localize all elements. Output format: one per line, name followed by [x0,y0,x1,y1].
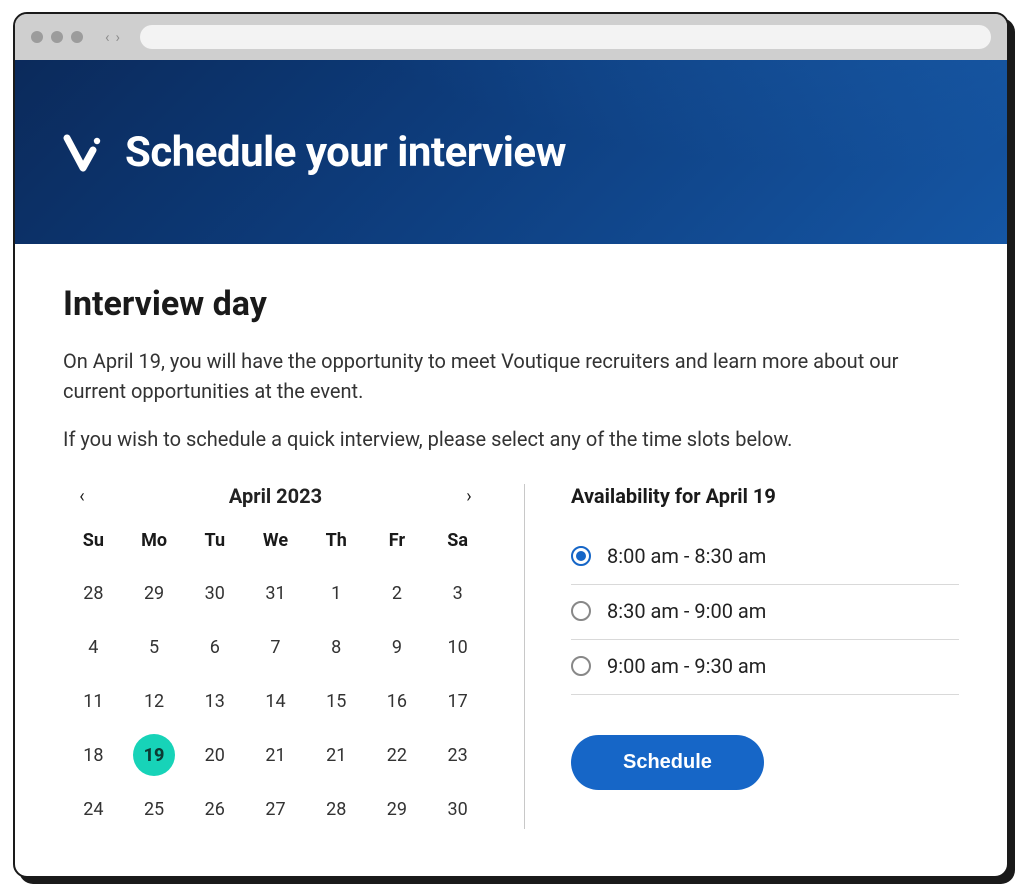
calendar-day[interactable]: 18 [63,735,124,775]
calendar-day[interactable]: 7 [245,627,306,667]
calendar-day[interactable]: 25 [124,789,185,829]
time-slot-option[interactable]: 8:30 am - 9:00 am [571,585,959,640]
window-dot-close[interactable] [31,31,43,43]
calendar-day[interactable]: 28 [63,573,124,613]
calendar-day[interactable]: 22 [367,735,428,775]
calendar-day[interactable]: 10 [427,627,488,667]
calendar-day[interactable]: 3 [427,573,488,613]
calendar-day[interactable]: 8 [306,627,367,667]
calendar-day[interactable]: 2 [367,573,428,613]
slots-list: 8:00 am - 8:30 am 8:30 am - 9:00 am 9:00 a… [571,530,959,695]
browser-chrome: ‹ › [15,14,1007,60]
v-logo-icon [63,132,103,172]
calendar-day[interactable]: 30 [427,789,488,829]
availability-title: Availability for April 19 [571,484,959,508]
scheduler-row: ‹ April 2023 › SuMoTuWeThFrSa28293031123… [63,484,959,829]
chevron-right-icon[interactable]: › [460,486,478,507]
calendar-day[interactable]: 24 [63,789,124,829]
time-slot-option[interactable]: 8:00 am - 8:30 am [571,530,959,585]
schedule-button[interactable]: Schedule [571,735,764,790]
calendar-day[interactable]: 12 [124,681,185,721]
chevron-left-icon[interactable]: ‹ [73,486,91,507]
calendar-day[interactable]: 1 [306,573,367,613]
calendar-day[interactable]: 28 [306,789,367,829]
calendar-day[interactable]: 26 [184,789,245,829]
calendar-day-header: We [245,530,306,559]
calendar-day-selected[interactable]: 19 [124,735,185,775]
nav-arrows: ‹ › [105,28,120,46]
url-bar[interactable] [140,25,991,49]
availability-panel: Availability for April 19 8:00 am - 8:30… [531,484,959,829]
calendar-day[interactable]: 15 [306,681,367,721]
intro-paragraph-2: If you wish to schedule a quick intervie… [63,424,943,454]
radio-unselected-icon[interactable] [571,601,591,621]
calendar-header: ‹ April 2023 › [63,484,488,508]
time-slot-label: 8:00 am - 8:30 am [607,544,766,568]
intro-paragraph-1: On April 19, you will have the opportuni… [63,346,943,406]
time-slot-option[interactable]: 9:00 am - 9:30 am [571,640,959,695]
forward-icon[interactable]: › [116,28,121,46]
calendar: ‹ April 2023 › SuMoTuWeThFrSa28293031123… [63,484,518,829]
calendar-day[interactable]: 23 [427,735,488,775]
calendar-day[interactable]: 13 [184,681,245,721]
calendar-month-label: April 2023 [229,484,322,508]
calendar-day[interactable]: 21 [306,735,367,775]
back-icon[interactable]: ‹ [105,28,110,46]
radio-selected-icon[interactable] [571,546,591,566]
calendar-day-header: Fr [367,530,428,559]
calendar-day[interactable]: 21 [245,735,306,775]
time-slot-label: 9:00 am - 9:30 am [607,654,766,678]
calendar-day[interactable]: 16 [367,681,428,721]
calendar-day[interactable]: 9 [367,627,428,667]
hero-title: Schedule your interview [125,128,566,177]
window-dot-maximize[interactable] [71,31,83,43]
section-heading: Interview day [63,284,959,324]
vertical-divider [524,484,525,829]
calendar-day[interactable]: 4 [63,627,124,667]
calendar-day[interactable]: 30 [184,573,245,613]
calendar-day-header: Mo [124,530,185,559]
main-content: Interview day On April 19, you will have… [15,244,1007,876]
time-slot-label: 8:30 am - 9:00 am [607,599,766,623]
radio-unselected-icon[interactable] [571,656,591,676]
calendar-day[interactable]: 11 [63,681,124,721]
calendar-grid: SuMoTuWeThFrSa28293031123456789101112131… [63,530,488,829]
hero-banner: Schedule your interview [15,60,1007,244]
browser-window: ‹ › Schedule your interview Interview da… [13,12,1009,878]
calendar-day[interactable]: 31 [245,573,306,613]
calendar-day-header: Su [63,530,124,559]
calendar-day[interactable]: 27 [245,789,306,829]
calendar-day-header: Th [306,530,367,559]
calendar-day[interactable]: 29 [367,789,428,829]
calendar-day-header: Tu [184,530,245,559]
window-dot-minimize[interactable] [51,31,63,43]
calendar-day[interactable]: 17 [427,681,488,721]
window-controls [31,31,83,43]
calendar-day[interactable]: 20 [184,735,245,775]
calendar-day-header: Sa [427,530,488,559]
calendar-day[interactable]: 6 [184,627,245,667]
calendar-day[interactable]: 14 [245,681,306,721]
calendar-day[interactable]: 29 [124,573,185,613]
calendar-day[interactable]: 5 [124,627,185,667]
